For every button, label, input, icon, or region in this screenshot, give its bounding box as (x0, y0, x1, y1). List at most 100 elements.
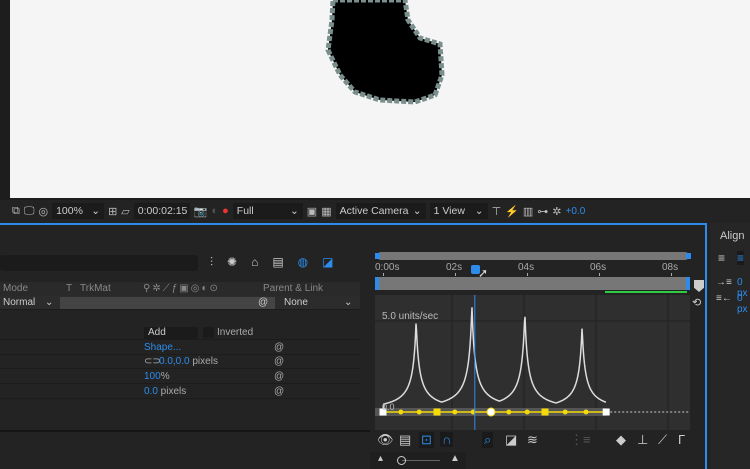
work-area-bar[interactable] (377, 252, 689, 260)
layer-search-input[interactable] (0, 255, 198, 271)
pickwhip-icon[interactable]: @ (274, 370, 284, 384)
mask-shape-link[interactable]: Shape... (144, 341, 181, 355)
draft-3d-icon[interactable]: ✺ (227, 255, 237, 270)
layer-row[interactable]: Normal ⌄ @ None ⌄ (0, 296, 360, 310)
frame-blending-icon[interactable]: ▤ (272, 255, 283, 270)
keyframe-interpolation-icon[interactable]: ◆ (616, 432, 626, 448)
separate-dimensions-icon[interactable]: ⋮≡ (570, 432, 591, 448)
parent-dropdown[interactable]: None (284, 296, 308, 310)
hold-icon[interactable]: ⊥ (637, 432, 648, 448)
ruler-tick (455, 273, 456, 276)
toggle-pixel-aspect-icon[interactable]: ⊤ (492, 205, 502, 218)
indent-right-value[interactable]: 0 px (737, 293, 750, 315)
camera-dropdown[interactable]: Active Camera ⌄ (335, 203, 426, 219)
inverted-checkbox[interactable] (203, 327, 214, 338)
monitor-icon[interactable]: 🖵 (24, 205, 35, 218)
work-area-end-handle[interactable] (686, 253, 691, 259)
fast-previews-icon[interactable]: ⚡ (505, 205, 519, 218)
fit-selection-icon[interactable]: ⌕ (482, 432, 494, 448)
expansion-value[interactable]: 0.0 (144, 386, 158, 397)
show-properties-icon[interactable]: 👁 (377, 432, 394, 448)
vr-icon[interactable]: ◎ (38, 205, 48, 218)
composition-canvas[interactable] (10, 0, 750, 198)
opacity-value[interactable]: 100 (144, 371, 161, 382)
snapshot-icon[interactable]: 📷 (194, 205, 208, 218)
graph-editor[interactable]: 5.0 units/sec 0.0 (375, 295, 690, 430)
mask-expansion-row: 0.0 pixels @ (0, 385, 360, 399)
graph-options-icon[interactable]: ▤ (399, 432, 411, 448)
graph-zero-label: 0.0 (382, 402, 395, 412)
mask-mode-dropdown[interactable]: Add (144, 327, 198, 339)
pickwhip-icon[interactable]: @ (274, 355, 284, 369)
comp-button-icon[interactable]: ⟲ (692, 296, 701, 309)
shy-icon[interactable]: ⌂ (251, 255, 258, 270)
navigator-start-handle[interactable] (375, 277, 379, 290)
magnification-dropdown[interactable]: 100% ⌄ (52, 203, 105, 219)
fit-all-icon[interactable]: ◪ (505, 432, 517, 448)
mask-visibility-icon[interactable]: ▱ (121, 205, 129, 218)
fit-all-graphs-icon[interactable]: ≋ (527, 432, 538, 448)
timecode: 0:00:02:15 (137, 205, 188, 217)
show-snapshot-icon[interactable]: ◐ (211, 205, 218, 217)
feather-unit: pixels (189, 356, 218, 367)
layer-switches[interactable] (60, 297, 275, 309)
timecode-field[interactable]: 0:00:02:15 (133, 203, 190, 219)
flowchart-icon[interactable]: ⊶ (537, 205, 548, 218)
bezier-handle[interactable] (583, 409, 589, 415)
bezier-handle[interactable] (506, 409, 512, 415)
timeline-icon[interactable]: ▥ (523, 205, 533, 218)
zoom-slider-track[interactable] (402, 460, 440, 461)
mask-opacity-row: 100% @ (0, 370, 360, 384)
mask-feather-row: ⊂⊃ 0.0,0.0 pixels @ (0, 355, 360, 369)
chevron-down-icon: ⌄ (289, 205, 299, 217)
navigator-end-handle[interactable] (686, 277, 690, 290)
keyframe-selected[interactable] (486, 407, 496, 417)
resolution-dropdown[interactable]: Full ⌄ (232, 203, 303, 219)
snapping-icon[interactable]: ∩ (440, 432, 454, 447)
zoom-in-icon[interactable]: ▲ (450, 453, 460, 464)
channel-icon[interactable]: ● (222, 205, 229, 217)
grid-guide-icon[interactable]: ⊞ (108, 205, 117, 218)
keyframe[interactable] (433, 408, 441, 416)
bezier-handle[interactable] (398, 409, 404, 415)
bezier-handle[interactable] (562, 409, 568, 415)
bezier-handle[interactable] (524, 409, 530, 415)
region-of-interest-icon[interactable]: ▣ (307, 205, 317, 218)
auto-bezier-icon[interactable]: Γ (678, 432, 685, 447)
masked-shape (325, 0, 445, 105)
bezier-handle[interactable] (416, 409, 422, 415)
pickwhip-icon[interactable]: @ (274, 341, 284, 355)
align-center-icon[interactable]: ≡ (737, 251, 745, 265)
time-navigator[interactable] (377, 277, 689, 290)
keyframe[interactable] (541, 408, 549, 416)
work-area-start-handle[interactable] (375, 253, 380, 259)
zoom-out-icon[interactable]: ▴ (378, 453, 383, 464)
reset-exposure-icon[interactable]: ✲ (552, 205, 561, 218)
bezier-handle[interactable] (452, 409, 458, 415)
transform-box-icon[interactable]: ⊡ (419, 432, 434, 448)
trkmat-header: TrkMat (80, 283, 111, 294)
motion-blur-icon[interactable]: ◍ (298, 255, 308, 270)
exposure-value[interactable]: +0.0 (566, 206, 586, 217)
blend-mode-dropdown[interactable]: Normal (3, 296, 35, 310)
pickwhip-icon[interactable]: @ (258, 296, 268, 310)
linear-icon[interactable]: ⟋ (658, 432, 667, 448)
time-ruler[interactable]: 0:00s 02s 04s 06s 08s (375, 262, 690, 276)
speed-graph-curve[interactable] (382, 307, 607, 413)
expansion-unit: pixels (157, 386, 187, 397)
transparency-grid-icon[interactable]: ▦ (321, 205, 331, 218)
comp-flowchart-icon[interactable]: ⫶ (210, 255, 213, 270)
parent-header: Parent & Link (263, 283, 324, 294)
align-left-icon[interactable]: ≡ (718, 251, 725, 265)
ruler-label: 04s (518, 262, 535, 273)
view-layout-dropdown[interactable]: 1 View ⌄ (429, 203, 488, 219)
graph-editor-icon[interactable]: ◪ (322, 255, 333, 270)
composition-viewer (0, 0, 750, 200)
always-preview-icon[interactable]: ⧉ (12, 205, 20, 218)
pickwhip-icon[interactable]: @ (274, 385, 284, 399)
zoom-slider-bar: ▴ ▲ (370, 452, 466, 469)
feather-value[interactable]: 0.0,0.0 (159, 356, 190, 367)
ruler-label: 08s (662, 262, 679, 273)
keyframe[interactable] (602, 408, 610, 416)
zoom-slider-thumb[interactable] (397, 456, 406, 465)
